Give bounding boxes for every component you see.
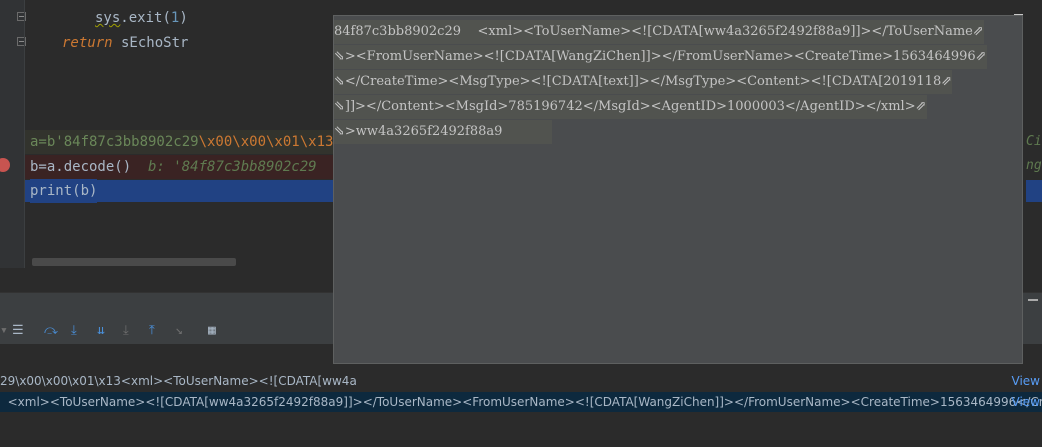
editor-gutter [0,0,26,268]
run-to-cursor-icon[interactable]: ↘ [175,323,183,339]
variable-row-selected[interactable]: <xml><ToUserName><![CDATA[ww4a3265f2492f… [0,392,1042,412]
step-into-icon[interactable]: ⤓ [71,323,77,339]
tooltip-line: ⇘>ww4a3265f2492f88a9 [334,120,552,144]
code-line-sys-exit: sys.exit(1) [95,6,188,30]
tooltip-line: ⇘><FromUserName><![CDATA[WangZiChen]]></… [334,45,987,69]
step-out-icon[interactable]: ⤒ [149,323,155,339]
code-token: sEchoStr [112,35,189,51]
code-overflow-text: ng [1026,158,1042,173]
code-token: sys [95,10,121,26]
horizontal-scrollbar[interactable] [32,258,236,266]
force-step-into-icon[interactable]: ⤓ [123,323,129,339]
variable-value: 29\x00\x00\x01\x13<xml><ToUserName><![CD… [0,374,357,388]
variable-value: <xml><ToUserName><![CDATA[ww4a3265f2492f… [0,395,1042,409]
code-token: return [62,35,113,51]
code-line-return: return sEchoStr [62,31,188,55]
inline-value-hint: b: '84f87c3bb8902c29 [148,159,317,175]
code-token: \x00\x00\x01\x13< [198,134,342,150]
variable-row[interactable]: 29\x00\x00\x01\x13<xml><ToUserName><![CD… [0,371,1042,391]
evaluate-expression-icon[interactable]: ▦ [208,323,216,339]
menu-icon[interactable]: ▾ [0,323,8,339]
view-link[interactable]: View [1012,392,1040,412]
code-overflow-text: Ci [1026,134,1042,149]
code-token: a=b' [30,134,64,150]
code-token: print(b) [30,183,98,199]
code-line-b: b=a.decode() b: '84f87c3bb8902c29 [30,155,317,179]
step-over-icon[interactable]: ⤼ [44,323,58,339]
code-token: ) [179,10,188,26]
tooltip-line: ⇘]]></Content><MsgId>785196742</MsgId><A… [334,95,927,119]
step-into-my-code-icon[interactable]: ⇊ [97,323,105,339]
execution-line-highlight [1026,180,1042,202]
code-token: b=a.decode() [30,159,132,175]
minimize-icon[interactable] [1028,299,1038,301]
tooltip-line: ⇘</CreateTime><MsgType><![CDATA[text]]><… [334,70,953,94]
code-line-a: a=b'84f87c3bb8902c29\x00\x00\x01\x13< [30,130,342,154]
value-tooltip-popup[interactable]: 84f87c3bb8902c29 <xml><ToUserName><![CDA… [333,15,1023,364]
code-token: .exit( [120,10,171,26]
tooltip-line: 84f87c3bb8902c29 <xml><ToUserName><![CDA… [334,20,984,44]
code-line-print: print(b) [30,179,98,203]
show-execution-point-icon[interactable]: ☰ [12,323,24,339]
view-link[interactable]: View [1012,371,1040,391]
code-token: 84f87c3bb8902c29 [63,134,199,150]
